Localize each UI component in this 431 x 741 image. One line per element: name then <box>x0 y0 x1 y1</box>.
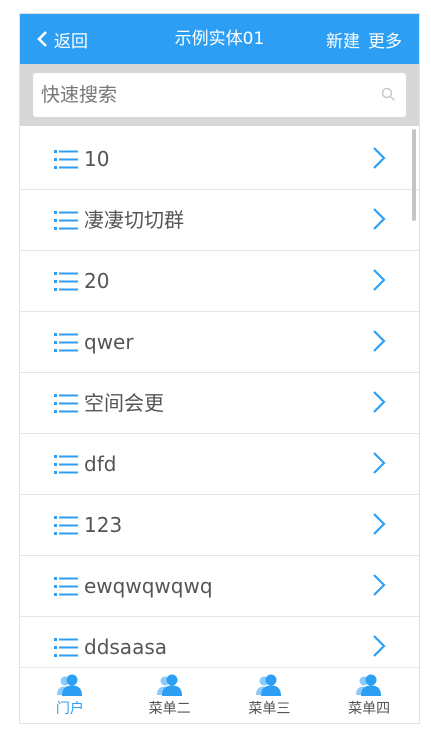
list-icon <box>54 333 78 352</box>
list-item[interactable]: 空间会更 <box>20 373 419 434</box>
list-item[interactable]: qwer <box>20 312 419 373</box>
tab-label: 菜单二 <box>148 701 191 717</box>
list-item-label: 空间会更 <box>84 391 164 415</box>
search-icon[interactable] <box>381 87 396 102</box>
tab-label: 门户 <box>55 701 84 717</box>
list-icon <box>54 577 78 596</box>
entity-list[interactable]: 10 凄凄切切群 20 qwer 空间会更 dfd 123 ewqwqwqwq ddsaasa <box>20 129 419 670</box>
tab-2[interactable]: 菜单二 <box>120 668 220 723</box>
chevron-right-icon <box>373 208 386 230</box>
list-item-label: ewqwqwqwq <box>84 574 213 598</box>
tab-label: 菜单三 <box>248 701 291 717</box>
chevron-right-icon <box>373 391 386 413</box>
list-item[interactable]: dfd <box>20 434 419 495</box>
list-item[interactable]: ddsaasa <box>20 617 419 670</box>
list-icon <box>54 516 78 535</box>
list-icon <box>54 150 78 169</box>
list-icon <box>54 638 78 657</box>
list-item-label: ddsaasa <box>84 635 167 659</box>
chevron-right-icon <box>373 452 386 474</box>
list-item[interactable]: 20 <box>20 251 419 312</box>
header-bar: 返回 示例实体01 新建 更多 <box>20 14 419 64</box>
user-group-icon <box>356 674 382 696</box>
list-icon <box>54 455 78 474</box>
header-actions: 新建 更多 <box>326 14 402 64</box>
chevron-right-icon <box>373 635 386 657</box>
list-item-label: 10 <box>84 147 110 171</box>
more-button[interactable]: 更多 <box>368 27 402 52</box>
list-item[interactable]: 123 <box>20 495 419 556</box>
list-icon <box>54 394 78 413</box>
list-item[interactable]: ewqwqwqwq <box>20 556 419 617</box>
user-group-icon <box>256 674 282 696</box>
tab-3[interactable]: 菜单三 <box>220 668 320 723</box>
list-item[interactable]: 10 <box>20 129 419 190</box>
tab-1[interactable]: 门户 <box>20 668 120 723</box>
chevron-right-icon <box>373 574 386 596</box>
chevron-right-icon <box>373 330 386 352</box>
list-item-label: 123 <box>84 513 123 537</box>
user-group-icon <box>156 674 182 696</box>
list-item[interactable]: 凄凄切切群 <box>20 190 419 251</box>
search-bar <box>20 64 419 126</box>
search-input[interactable] <box>33 73 406 117</box>
new-button[interactable]: 新建 <box>326 27 360 52</box>
bottom-tab-bar: 门户 菜单二 菜单三 菜单四 <box>20 667 419 723</box>
list-item-label: 20 <box>84 269 110 293</box>
list-item-label: dfd <box>84 452 117 476</box>
app-frame: 返回 示例实体01 新建 更多 10 凄凄切切群 20 qwer 空间会更 dfd 123 e… <box>19 13 420 724</box>
chevron-right-icon <box>373 269 386 291</box>
chevron-right-icon <box>373 513 386 535</box>
chevron-right-icon <box>373 147 386 169</box>
tab-4[interactable]: 菜单四 <box>319 668 419 723</box>
scrollbar[interactable] <box>412 129 416 221</box>
list-item-label: qwer <box>84 330 134 354</box>
tab-label: 菜单四 <box>348 701 391 717</box>
search-box <box>33 73 406 117</box>
user-group-icon <box>56 674 82 696</box>
list-item-label: 凄凄切切群 <box>84 208 184 232</box>
list-icon <box>54 211 78 230</box>
list-icon <box>54 272 78 291</box>
